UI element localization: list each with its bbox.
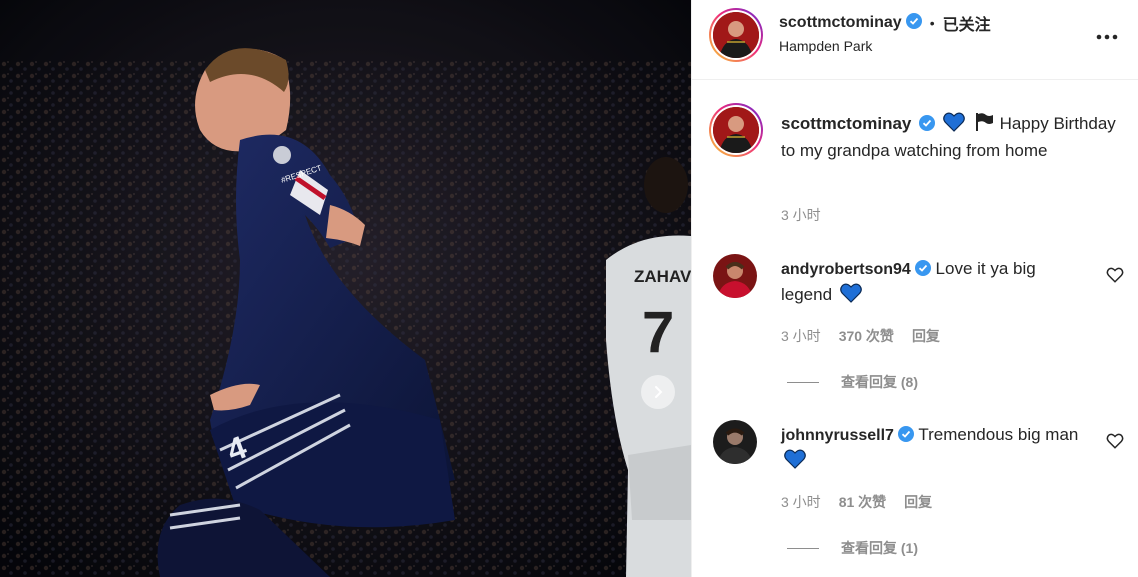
comment-text: Tremendous big man [918,425,1079,444]
comment-avatar-andyrobertson94[interactable] [713,254,757,298]
separator-dot: • [929,15,935,31]
header-user-row: scottmctominay • 已关注 [779,11,991,35]
post-side-panel: scottmctominay • 已关注 Hampden Park scottm… [691,0,1138,577]
avatar-photo-icon [713,254,757,298]
comment-like-button[interactable] [1106,266,1124,284]
avatar-photo-icon [713,107,759,153]
heart-outline-icon [1106,267,1124,283]
blue-heart-emoji-icon [839,283,862,310]
blue-heart-emoji-icon [784,449,806,476]
photo-scene: ZAHAVI 7 4 #RESPECT [0,0,691,577]
chevron-right-icon [655,386,663,398]
comment-avatar-johnnyrussell7[interactable] [713,420,757,464]
comment-meta: 3 小时 370 次赞 回复 [781,326,940,346]
view-replies-button[interactable]: 查看回复 (1) [787,538,918,558]
post-header: scottmctominay • 已关注 Hampden Park [692,0,1138,80]
comment-likes-count[interactable]: 81 次赞 [839,492,886,512]
verified-badge-icon [919,114,936,138]
avatar-photo-icon [713,420,757,464]
comment-time[interactable]: 3 小时 [781,492,821,512]
comment-like-button[interactable] [1106,432,1124,450]
caption-author-avatar[interactable] [709,103,763,157]
view-replies-label: 查看回复 (8) [841,374,918,390]
verified-badge-icon [905,12,922,34]
post-photo[interactable]: ZAHAVI 7 4 #RESPECT [0,0,691,577]
svg-text:7: 7 [642,300,674,365]
caption-time[interactable]: 3 小时 [781,205,821,225]
post-location[interactable]: Hampden Park [779,38,872,54]
comment-username[interactable]: andyrobertson94 [781,261,911,278]
author-avatar[interactable] [709,8,763,62]
divider-line [787,381,819,383]
more-horizontal-icon [1096,34,1118,40]
heart-outline-icon [1106,433,1124,449]
carousel-next-button[interactable] [641,375,675,409]
view-replies-label: 查看回复 (1) [841,540,918,556]
comment-meta: 3 小时 81 次赞 回复 [781,492,932,512]
divider-line [787,547,819,549]
view-replies-button[interactable]: 查看回复 (8) [787,372,918,392]
verified-badge-icon [897,425,914,449]
caption-meta: 3 小时 [781,205,821,225]
reply-button[interactable]: 回复 [912,326,940,346]
black-flag-emoji-icon [973,112,995,139]
follow-status-button[interactable]: 已关注 [943,11,991,35]
comment-johnnyrussell7: johnnyrussell7 Tremendous big man [781,423,1081,476]
header-username[interactable]: scottmctominay [779,14,902,32]
reply-button[interactable]: 回复 [904,492,932,512]
comment-likes-count[interactable]: 370 次赞 [839,326,894,346]
avatar-photo-icon [713,12,759,58]
verified-badge-icon [914,259,931,283]
more-options-button[interactable] [1096,24,1118,42]
comment-time[interactable]: 3 小时 [781,326,821,346]
comment-andyrobertson94: andyrobertson94 Love it ya big legend [781,257,1081,310]
blue-heart-emoji-icon [943,112,965,139]
comment-username[interactable]: johnnyrussell7 [781,427,894,444]
caption-username[interactable]: scottmctominay [781,114,911,133]
svg-text:ZAHAVI: ZAHAVI [634,267,691,286]
post-caption: scottmctominay Happy Birthday to my gran… [781,112,1121,163]
